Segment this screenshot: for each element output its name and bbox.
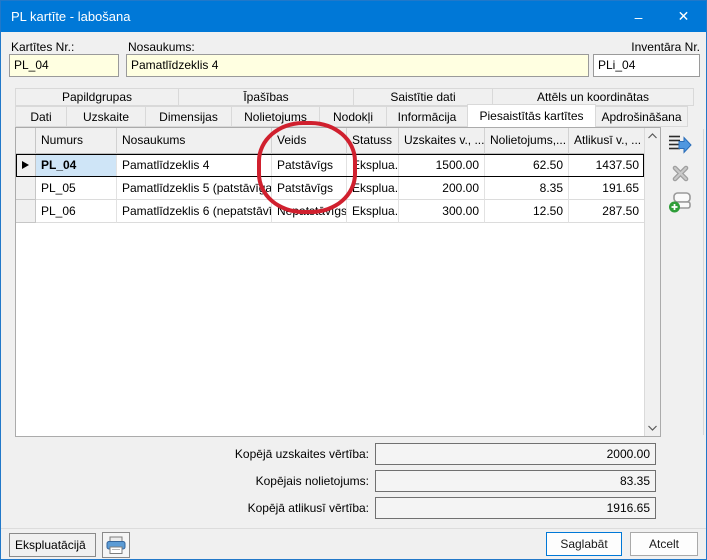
window-title: PL kartīte - labošana bbox=[1, 9, 130, 24]
card-nr-label: Kartītes Nr.: bbox=[11, 40, 74, 54]
cell-nosaukums[interactable]: Pamatlīdzeklis 4 bbox=[117, 154, 272, 177]
col-veids[interactable]: Veids bbox=[272, 128, 347, 154]
total-depreciation-field: 83.35 bbox=[375, 470, 656, 492]
grid-header: Numurs Nosaukums Veids Statuss Uzskaites… bbox=[16, 128, 644, 154]
table-row[interactable]: PL_04 Pamatlīdzeklis 4 Patstāvīgs Eksplu… bbox=[16, 154, 644, 177]
delete-row-button[interactable] bbox=[667, 161, 693, 185]
cell-numurs[interactable]: PL_05 bbox=[36, 177, 117, 200]
cell-nolietojums[interactable]: 12.50 bbox=[485, 200, 569, 223]
cancel-button[interactable]: Atcelt bbox=[630, 532, 698, 556]
add-card-icon bbox=[668, 191, 692, 214]
row-selector-header bbox=[16, 128, 36, 154]
cell-statuss[interactable]: Eksplua... bbox=[347, 177, 399, 200]
total-residual-value-label: Kopējā atlikusī vērtība: bbox=[9, 497, 369, 519]
minimize-icon: – bbox=[635, 9, 643, 25]
name-label: Nosaukums: bbox=[128, 40, 195, 54]
titlebar: PL kartīte - labošana – ✕ bbox=[1, 1, 706, 32]
cell-numurs[interactable]: PL_04 bbox=[36, 154, 117, 177]
cell-atlikusi[interactable]: 1437.50 bbox=[569, 154, 644, 177]
total-depreciation-label: Kopējais nolietojums: bbox=[9, 470, 369, 492]
minimize-button[interactable]: – bbox=[616, 1, 661, 32]
cell-statuss[interactable]: Eksplua... bbox=[347, 154, 399, 177]
list-arrow-icon bbox=[668, 134, 692, 154]
cell-veids[interactable]: Patstāvīgs bbox=[272, 154, 347, 177]
side-panel-divider bbox=[703, 129, 704, 435]
vertical-scrollbar[interactable] bbox=[644, 128, 660, 436]
cell-atlikusi[interactable]: 287.50 bbox=[569, 200, 644, 223]
cell-nolietojums[interactable]: 8.35 bbox=[485, 177, 569, 200]
tab-nodokli[interactable]: Nodokļi bbox=[319, 106, 387, 127]
table-row[interactable]: PL_05 Pamatlīdzeklis 5 (patstāvīga) Pats… bbox=[16, 177, 644, 200]
tab-nolietojums[interactable]: Nolietojums bbox=[231, 106, 320, 127]
col-nosaukums[interactable]: Nosaukums bbox=[117, 128, 272, 154]
tab-ipasibas[interactable]: Īpašības bbox=[178, 88, 354, 106]
save-button[interactable]: Saglabāt bbox=[546, 532, 622, 556]
tab-uzskaite[interactable]: Uzskaite bbox=[66, 106, 146, 127]
cell-uzskaites[interactable]: 300.00 bbox=[399, 200, 485, 223]
chevron-down-icon bbox=[648, 425, 657, 431]
total-book-value-label: Kopējā uzskaites vērtība: bbox=[9, 443, 369, 465]
tab-papildgrupas[interactable]: Papildgrupas bbox=[15, 88, 179, 106]
cell-veids[interactable]: Nepatstāvīgs bbox=[272, 200, 347, 223]
col-numurs[interactable]: Numurs bbox=[36, 128, 117, 154]
linked-cards-grid: Numurs Nosaukums Veids Statuss Uzskaites… bbox=[15, 127, 661, 437]
table-row[interactable]: PL_06 Pamatlīdzeklis 6 (nepatstāvīga) Ne… bbox=[16, 200, 644, 223]
print-button[interactable] bbox=[102, 532, 130, 558]
total-residual-value-field: 1916.65 bbox=[375, 497, 656, 519]
current-row-arrow-icon bbox=[22, 161, 29, 169]
row-selector-cell bbox=[16, 154, 36, 177]
delete-x-icon bbox=[671, 164, 690, 183]
col-uzskaites-vertiba[interactable]: Uzskaites v., ... bbox=[399, 128, 485, 154]
close-icon: ✕ bbox=[678, 8, 690, 25]
cell-nolietojums[interactable]: 62.50 bbox=[485, 154, 569, 177]
inventory-nr-field[interactable]: PLi_04 bbox=[593, 54, 700, 77]
footer-divider bbox=[1, 528, 706, 529]
scroll-up-button[interactable] bbox=[645, 128, 660, 144]
dialog-pl-card-edit: PL kartīte - labošana – ✕ Kartītes Nr.: … bbox=[0, 0, 707, 560]
close-button[interactable]: ✕ bbox=[661, 1, 706, 32]
cell-uzskaites[interactable]: 1500.00 bbox=[399, 154, 485, 177]
row-selector-cell bbox=[16, 200, 36, 223]
cell-nosaukums[interactable]: Pamatlīdzeklis 5 (patstāvīga) bbox=[117, 177, 272, 200]
scroll-down-button[interactable] bbox=[645, 420, 660, 436]
assign-from-list-button[interactable] bbox=[667, 132, 693, 156]
col-nolietojums[interactable]: Nolietojums,... bbox=[485, 128, 569, 154]
tab-informacija[interactable]: Informācija bbox=[386, 106, 468, 127]
cell-uzskaites[interactable]: 200.00 bbox=[399, 177, 485, 200]
tab-apdrosinasana[interactable]: Apdrošināšana bbox=[595, 106, 688, 127]
card-nr-field[interactable]: PL_04 bbox=[9, 54, 119, 77]
cell-veids[interactable]: Patstāvīgs bbox=[272, 177, 347, 200]
total-book-value-field: 2000.00 bbox=[375, 443, 656, 465]
cell-nosaukums[interactable]: Pamatlīdzeklis 6 (nepatstāvīga) bbox=[117, 200, 272, 223]
add-card-button[interactable] bbox=[667, 190, 693, 214]
col-atlikusi-vertiba[interactable]: Atlikusī v., ... bbox=[569, 128, 644, 154]
status-badge: Ekspluatācijā bbox=[9, 533, 96, 557]
chevron-up-icon bbox=[648, 133, 657, 139]
inventory-nr-label: Inventāra Nr. bbox=[593, 40, 700, 54]
tab-dati[interactable]: Dati bbox=[15, 106, 67, 127]
row-selector-cell bbox=[16, 177, 36, 200]
cell-numurs[interactable]: PL_06 bbox=[36, 200, 117, 223]
printer-icon bbox=[105, 536, 127, 555]
name-field[interactable]: Pamatlīdzeklis 4 bbox=[126, 54, 589, 77]
cell-statuss[interactable]: Eksplua... bbox=[347, 200, 399, 223]
cell-atlikusi[interactable]: 191.65 bbox=[569, 177, 644, 200]
tab-piesaistitas-kartites[interactable]: Piesaistītās kartītes bbox=[467, 104, 596, 127]
tab-dimensijas[interactable]: Dimensijas bbox=[145, 106, 232, 127]
col-statuss[interactable]: Statuss bbox=[347, 128, 399, 154]
